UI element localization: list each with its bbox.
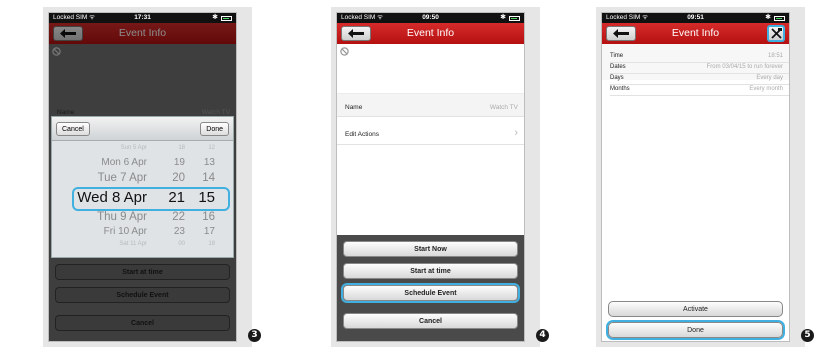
battery-icon (509, 15, 520, 21)
name-value: Watch TV (489, 104, 518, 111)
tools-button[interactable] (767, 25, 785, 42)
status-bar: Locked SIM ᯤ 09:50 ✱ (337, 13, 524, 23)
status-time: 09:51 (687, 14, 704, 21)
detail-key: Months (610, 86, 630, 92)
blocked-icon (52, 47, 61, 56)
status-time: 09:50 (422, 14, 439, 21)
phone-screen: Locked SIM ᯤ 17:31 ✱ Event Info Name Wat… (48, 12, 237, 342)
activate-button[interactable]: Activate (608, 301, 783, 317)
status-right: ✱ (212, 13, 232, 23)
screen-panel-step-5: Locked SIM ᯤ 09:51 ✱ Event Info Time 18:5… (596, 7, 814, 347)
navbar: Event Info (49, 23, 236, 44)
status-time: 17:31 (134, 14, 151, 21)
chevron-right-icon: › (514, 127, 518, 139)
name-label: Name (57, 109, 75, 116)
bluetooth-icon: ✱ (765, 14, 771, 21)
page-title: Event Info (406, 27, 455, 39)
picker-min: 13 (203, 157, 215, 168)
start-at-time-button[interactable]: Start at time (343, 263, 518, 279)
picker-day: Tue 7 Apr (97, 172, 147, 184)
detail-value: Every month (749, 86, 783, 92)
start-now-button[interactable]: Start Now (343, 241, 518, 257)
status-bar: Locked SIM ᯤ 17:31 ✱ (49, 13, 236, 23)
picker-selection-highlight (74, 189, 228, 209)
status-right: ✱ (500, 13, 520, 23)
detail-key: Days (610, 75, 624, 81)
picker-row[interactable]: Mon 6 Apr 19 13 (52, 157, 233, 171)
picker-hour: 23 (173, 226, 185, 237)
detail-value: 18:51 (767, 53, 783, 59)
picker-hour: 22 (172, 211, 185, 223)
picker-row[interactable]: Fri 10 Apr 23 17 (52, 226, 233, 240)
detail-value: From 03/04/15 to run forever (706, 64, 783, 70)
bluetooth-icon: ✱ (212, 14, 218, 21)
schedule-event-button[interactable]: Schedule Event (55, 287, 230, 303)
picker-hour: 18 (178, 145, 185, 151)
edit-actions-row[interactable]: Edit Actions › (337, 127, 524, 141)
tools-icon (770, 28, 782, 39)
picker-min: 16 (202, 211, 215, 223)
page-title: Event Info (118, 27, 167, 39)
step-badge: 4 (536, 329, 549, 342)
picker-hour: 20 (172, 172, 185, 184)
page-title: Event Info (671, 27, 720, 39)
status-bar: Locked SIM ᯤ 09:51 ✱ (602, 13, 789, 23)
navbar: Event Info (337, 23, 524, 44)
name-value: Watch TV (201, 109, 230, 116)
picker-min: 12 (208, 145, 215, 151)
screen-panel-step-4: Locked SIM ᯤ 09:50 ✱ Event Info Name Wat… (331, 7, 549, 347)
step-badge: 5 (801, 329, 814, 342)
picker-day: Sun 5 Apr (120, 145, 147, 151)
schedule-event-button[interactable]: Schedule Event (343, 285, 518, 301)
date-picker-sheet: Cancel Done Sun 5 Apr 18 12 Mon 6 Apr 19 13 Tu… (51, 116, 234, 258)
bluetooth-icon: ✱ (500, 14, 506, 21)
edit-actions-label: Edit Actions (345, 131, 379, 138)
status-right: ✱ (765, 13, 785, 23)
picker-day: Mon 6 Apr (101, 157, 147, 168)
detail-key: Time (610, 53, 624, 59)
picker-row[interactable]: Sun 5 Apr 18 12 (52, 145, 233, 155)
phone-screen: Locked SIM ᯤ 09:50 ✱ Event Info Name Wat… (336, 12, 525, 342)
phone-screen: Locked SIM ᯤ 09:51 ✱ Event Info Time 18:5… (601, 12, 790, 342)
picker-hour: 00 (178, 241, 185, 247)
picker-cancel-button[interactable]: Cancel (56, 122, 90, 136)
picker-row[interactable]: Sat 11 Apr 00 18 (52, 241, 233, 251)
step-badge: 3 (248, 329, 261, 342)
picker-done-button[interactable]: Done (200, 122, 229, 136)
picker-min: 17 (203, 226, 215, 237)
picker-row[interactable]: Thu 9 Apr 22 16 (52, 211, 233, 227)
battery-icon (774, 15, 785, 21)
picker-day: Fri 10 Apr (103, 226, 147, 237)
picker-min: 14 (202, 172, 215, 184)
cancel-button[interactable]: Cancel (55, 315, 230, 331)
done-button[interactable]: Done (608, 322, 783, 338)
picker-min: 18 (208, 241, 215, 247)
screen-panel-step-3: Locked SIM ᯤ 17:31 ✱ Event Info Name Wat… (43, 7, 261, 347)
picker-hour: 19 (173, 157, 185, 168)
name-label: Name (345, 104, 363, 111)
picker-day: Sat 11 Apr (119, 241, 147, 247)
navbar: Event Info (602, 23, 789, 44)
picker-row[interactable]: Tue 7 Apr 20 14 (52, 172, 233, 188)
cancel-button[interactable]: Cancel (343, 313, 518, 329)
battery-icon (221, 15, 232, 21)
detail-value: Every day (756, 75, 783, 81)
picker-toolbar: Cancel Done (52, 117, 233, 141)
picker-day: Thu 9 Apr (97, 211, 147, 223)
detail-key: Dates (610, 64, 626, 70)
start-at-time-button[interactable]: Start at time (55, 264, 230, 280)
blocked-icon (340, 47, 349, 56)
